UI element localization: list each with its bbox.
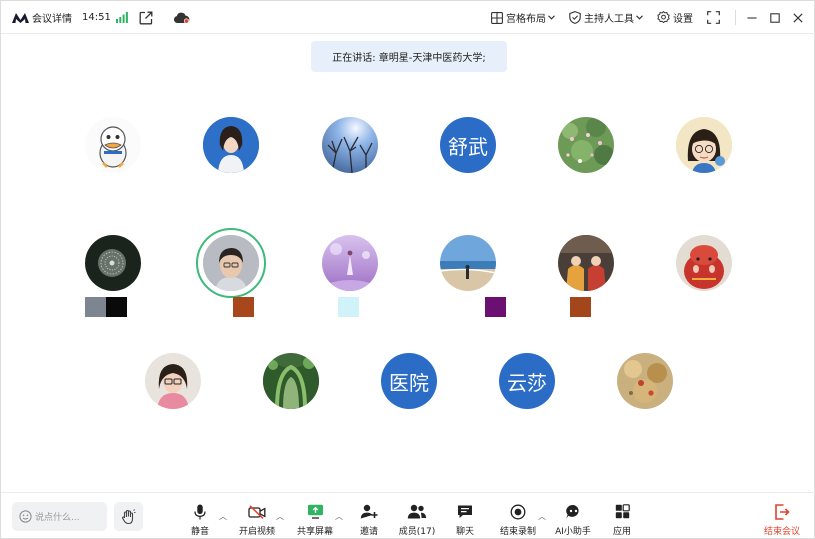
title-bar: 会议详情 14:51 宫格布局 主持人工具 设置 — [1, 1, 815, 34]
invite-button[interactable]: 邀请 — [343, 503, 395, 537]
shield-icon — [569, 11, 581, 24]
meeting-toolbar: 说点什么... 静音 ︿ 开启视频 ︿ 共享屏幕 ︿ 邀请 成员(17) 聊天 … — [1, 492, 815, 539]
maximize-icon[interactable] — [770, 1, 780, 34]
members-icon — [407, 503, 427, 520]
fullscreen-icon[interactable] — [707, 1, 720, 34]
minimize-icon[interactable] — [747, 1, 757, 34]
members-label: 成员(17) — [398, 527, 436, 537]
participant-avatar[interactable] — [676, 235, 732, 291]
share-screen-icon — [307, 503, 324, 520]
apps-icon — [615, 503, 630, 520]
chat-quick-input[interactable]: 说点什么... — [12, 502, 107, 531]
participant-avatar[interactable] — [203, 117, 259, 173]
meeting-window: 会议详情 14:51 宫格布局 主持人工具 设置 正在讲话: 章明星-天津中医药… — [0, 0, 815, 539]
signal-icon[interactable] — [116, 1, 128, 34]
raise-hand-button[interactable] — [114, 502, 143, 531]
speaking-indicator: 正在讲话: 章明星-天津中医药大学; — [311, 41, 507, 72]
participant-avatar[interactable] — [440, 235, 496, 291]
chevron-up-icon[interactable]: ︿ — [538, 511, 546, 522]
name-tag-redacted — [85, 297, 106, 317]
chevron-down-icon — [636, 15, 643, 20]
video-off-icon — [248, 503, 266, 520]
ai-assistant-label: AI小助手 — [555, 527, 591, 537]
name-tag-redacted — [570, 297, 591, 317]
chat-placeholder: 说点什么... — [35, 513, 80, 523]
participant-avatar[interactable] — [617, 353, 673, 409]
participant-avatar[interactable] — [263, 353, 319, 409]
close-icon[interactable] — [793, 1, 803, 34]
participant-avatar[interactable] — [85, 117, 141, 173]
end-meeting-button[interactable]: 结束会议 — [756, 503, 808, 537]
exit-icon — [774, 503, 790, 520]
raise-hand-icon — [121, 508, 136, 525]
ai-assistant-button[interactable]: AI小助手 — [547, 503, 599, 537]
apps-button[interactable]: 应用 — [596, 503, 648, 537]
end-recording-label: 结束录制 — [499, 527, 536, 537]
invite-icon — [360, 503, 378, 520]
participant-avatar-text[interactable]: 云莎 — [499, 353, 555, 409]
record-stop-icon — [510, 503, 526, 520]
name-tag-redacted — [485, 297, 506, 317]
layout-button[interactable]: 宫格布局 — [491, 1, 555, 34]
chevron-up-icon[interactable]: ︿ — [335, 511, 343, 522]
meeting-clock: 14:51 — [82, 12, 111, 23]
participant-avatar-text[interactable]: 医院 — [381, 353, 437, 409]
end-meeting-label: 结束会议 — [763, 527, 800, 537]
participant-avatar[interactable] — [322, 117, 378, 173]
apps-label: 应用 — [612, 527, 631, 537]
participant-avatar[interactable] — [145, 353, 201, 409]
members-button[interactable]: 成员(17) — [391, 503, 443, 537]
host-tools-button[interactable]: 主持人工具 — [569, 1, 643, 34]
chevron-down-icon — [548, 15, 555, 20]
end-recording-button[interactable]: 结束录制 — [492, 503, 544, 537]
external-link-icon[interactable] — [139, 1, 153, 34]
gear-icon — [657, 11, 670, 24]
chat-icon — [457, 503, 473, 520]
participant-avatar[interactable] — [558, 117, 614, 173]
mic-icon — [194, 503, 206, 520]
chat-label: 聊天 — [455, 527, 474, 537]
participant-avatar[interactable] — [322, 235, 378, 291]
name-tag-redacted — [233, 297, 254, 317]
share-screen-label: 共享屏幕 — [296, 527, 333, 537]
meeting-details-button[interactable]: 会议详情 — [32, 1, 72, 34]
logo-icon — [12, 1, 29, 34]
name-tag-redacted — [106, 297, 127, 317]
grid-layout-icon — [491, 11, 503, 24]
layout-label: 宫格布局 — [506, 14, 546, 25]
settings-label: 设置 — [673, 14, 693, 25]
smile-icon — [19, 510, 32, 523]
participant-avatar[interactable] — [558, 235, 614, 291]
settings-button[interactable]: 设置 — [657, 1, 693, 34]
mute-label: 静音 — [190, 527, 209, 537]
name-tag-redacted — [338, 297, 359, 317]
chat-button[interactable]: 聊天 — [439, 503, 491, 537]
ai-assistant-icon — [565, 503, 582, 520]
chevron-up-icon[interactable]: ︿ — [219, 511, 227, 522]
share-screen-button[interactable]: 共享屏幕 — [289, 503, 341, 537]
chevron-up-icon[interactable]: ︿ — [276, 511, 284, 522]
participant-avatar[interactable] — [203, 235, 259, 291]
participant-avatar-text[interactable]: 舒武 — [440, 117, 496, 173]
title-bar-divider — [735, 10, 736, 25]
host-tools-label: 主持人工具 — [584, 14, 634, 25]
start-video-label: 开启视频 — [238, 527, 275, 537]
participant-avatar[interactable] — [676, 117, 732, 173]
invite-label: 邀请 — [359, 527, 378, 537]
participant-avatar[interactable] — [85, 235, 141, 291]
cloud-record-icon[interactable] — [173, 1, 190, 34]
